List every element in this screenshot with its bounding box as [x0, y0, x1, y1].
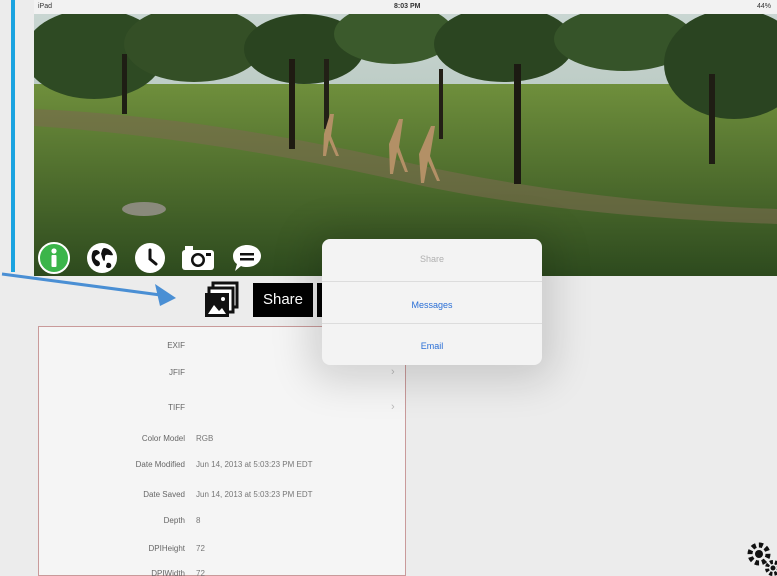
- share-button[interactable]: Share: [253, 283, 313, 317]
- metadata-row[interactable]: JFIF ›: [39, 366, 407, 388]
- gears-icon[interactable]: [746, 540, 777, 576]
- metadata-key: TIFF: [168, 403, 185, 412]
- metadata-value: 72: [196, 569, 205, 576]
- metadata-key: Color Model: [141, 434, 185, 443]
- metadata-value: RGB: [196, 434, 214, 443]
- photos-icon[interactable]: [203, 281, 241, 326]
- metadata-key: DPIWidth: [151, 569, 185, 576]
- share-menu-title: Share: [419, 254, 445, 264]
- chevron-right-icon: ›: [391, 401, 395, 413]
- status-time: 8:03 PM: [394, 3, 421, 10]
- metadata-key: Depth: [163, 516, 185, 525]
- status-bar: iPad 8:03 PM 44%: [34, 0, 777, 14]
- metadata-key: DPIHeight: [148, 544, 185, 553]
- screen: iPad 8:03 PM 44% Share EXIF JFIF › TIFF …: [0, 0, 777, 576]
- status-carrier: iPad: [38, 3, 53, 10]
- pointer-arrow: [1, 272, 176, 306]
- metadata-key: JFIF: [169, 368, 185, 377]
- status-battery: 44%: [756, 3, 771, 10]
- share-menu: Share Messages Email: [322, 239, 542, 365]
- menu-divider: [322, 323, 542, 324]
- photo-scene: [34, 14, 777, 276]
- photo-preview[interactable]: [34, 14, 777, 276]
- metadata-key: Date Modified: [135, 460, 185, 469]
- metadata-value: Jun 14, 2013 at 5:03:23 PM EDT: [196, 460, 313, 469]
- comment-icon[interactable]: [231, 242, 263, 279]
- metadata-value: Jun 14, 2013 at 5:03:23 PM EDT: [196, 490, 313, 499]
- chevron-right-icon: ›: [391, 366, 395, 378]
- metadata-value: 8: [196, 516, 201, 525]
- metadata-row: Date Modified Jun 14, 2013 at 5:03:23 PM…: [39, 460, 407, 480]
- metadata-row: Color Model RGB: [39, 434, 407, 454]
- metadata-row: DPIHeight 72: [39, 544, 407, 564]
- metadata-row: Depth 8: [39, 516, 407, 536]
- metadata-row: Date Saved Jun 14, 2013 at 5:03:23 PM ED…: [39, 490, 407, 510]
- menu-item-messages[interactable]: Messages: [322, 300, 542, 310]
- metadata-row[interactable]: TIFF ›: [39, 401, 407, 423]
- metadata-key: EXIF: [167, 341, 185, 350]
- metadata-row: DPIWidth 72: [39, 569, 407, 576]
- metadata-value: 72: [196, 544, 205, 553]
- metadata-key: Date Saved: [143, 490, 185, 499]
- highlight-bar: [11, 0, 15, 272]
- menu-divider: [322, 281, 542, 282]
- menu-item-email[interactable]: Email: [322, 341, 542, 351]
